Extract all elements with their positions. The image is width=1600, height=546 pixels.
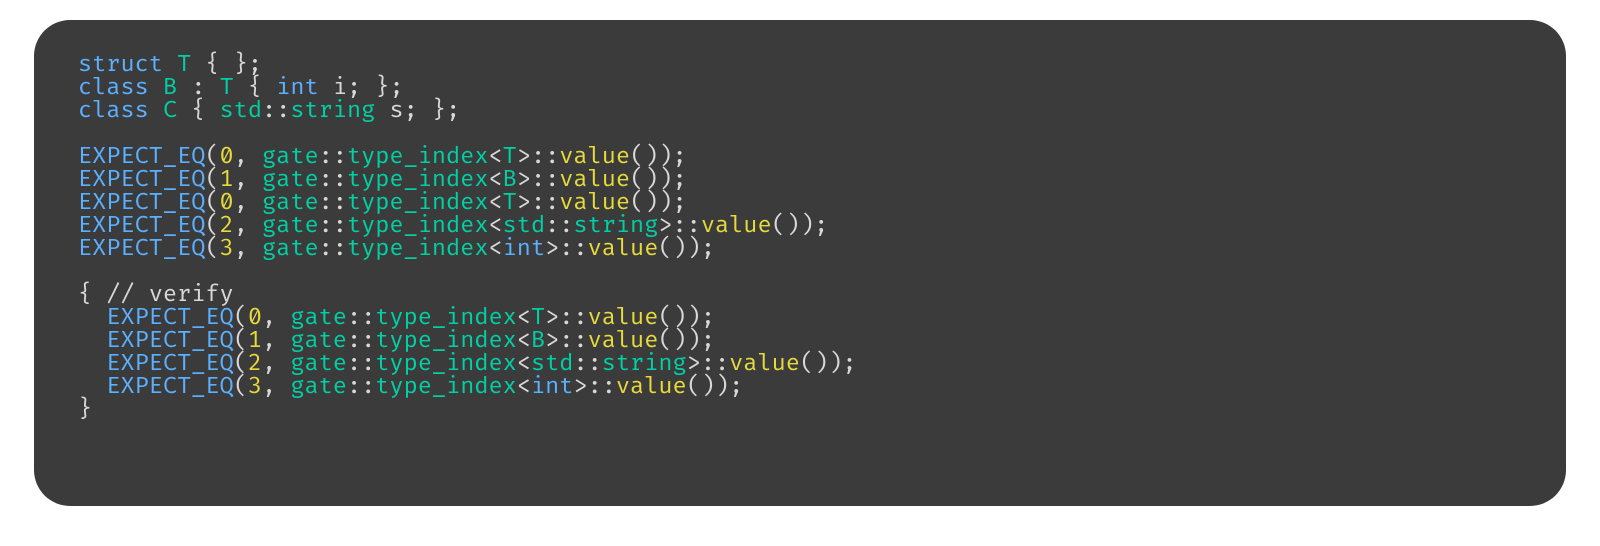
- brace-open: {: [78, 281, 92, 309]
- semicolon: ;: [842, 350, 856, 378]
- comma: ,: [262, 373, 276, 401]
- type-T: T: [177, 51, 191, 79]
- literal-3: 3: [248, 373, 262, 401]
- brace-close: }: [375, 74, 389, 102]
- keyword-class: class: [78, 97, 149, 125]
- ns-gate: gate: [262, 235, 319, 263]
- ns-std: std: [220, 97, 262, 125]
- comma: ,: [234, 235, 248, 263]
- lt: <: [517, 373, 531, 401]
- brace-close: }: [432, 97, 446, 125]
- semicolon: ;: [446, 97, 460, 125]
- gt: >: [573, 373, 587, 401]
- scope: ::: [588, 373, 616, 401]
- semicolon: ;: [701, 235, 715, 263]
- scope: ::: [559, 235, 587, 263]
- paren-open: (: [687, 373, 701, 401]
- semicolon: ;: [814, 212, 828, 240]
- code-content: struct T { }; class B : T { int i; }; cl…: [78, 54, 1522, 422]
- brace-open: {: [191, 97, 205, 125]
- paren-open: (: [772, 212, 786, 240]
- paren-close: ): [687, 235, 701, 263]
- paren-close: ): [814, 350, 828, 378]
- paren-open: (: [658, 235, 672, 263]
- call-value: value: [588, 235, 659, 263]
- paren-open: (: [800, 350, 814, 378]
- semicolon: ;: [404, 97, 418, 125]
- paren-close: ): [673, 235, 687, 263]
- paren-close: ): [701, 373, 715, 401]
- scope: ::: [262, 97, 290, 125]
- paren-close: ): [800, 212, 814, 240]
- semicolon: ;: [729, 373, 743, 401]
- macro-expect-eq: EXPECT_EQ: [78, 235, 205, 263]
- keyword-int: int: [531, 373, 573, 401]
- literal-3: 3: [220, 235, 234, 263]
- code-block: struct T { }; class B : T { int i; }; cl…: [34, 20, 1566, 506]
- call-value: value: [616, 373, 687, 401]
- tmpl-type-index: type_index: [375, 373, 517, 401]
- gt: >: [545, 235, 559, 263]
- tmpl-type-index: type_index: [347, 235, 489, 263]
- macro-expect-eq: EXPECT_EQ: [106, 373, 233, 401]
- paren-close: ): [786, 212, 800, 240]
- keyword-int: int: [503, 235, 545, 263]
- scope: ::: [319, 235, 347, 263]
- ns-gate: gate: [290, 373, 347, 401]
- brace-close: }: [78, 396, 92, 424]
- paren-open: (: [205, 235, 219, 263]
- scope: ::: [347, 373, 375, 401]
- paren-open: (: [234, 373, 248, 401]
- lt: <: [489, 235, 503, 263]
- paren-close: ): [828, 350, 842, 378]
- type-string: string: [290, 97, 375, 125]
- field-s: s: [389, 97, 403, 125]
- type-C: C: [163, 97, 177, 125]
- paren-close: ): [715, 373, 729, 401]
